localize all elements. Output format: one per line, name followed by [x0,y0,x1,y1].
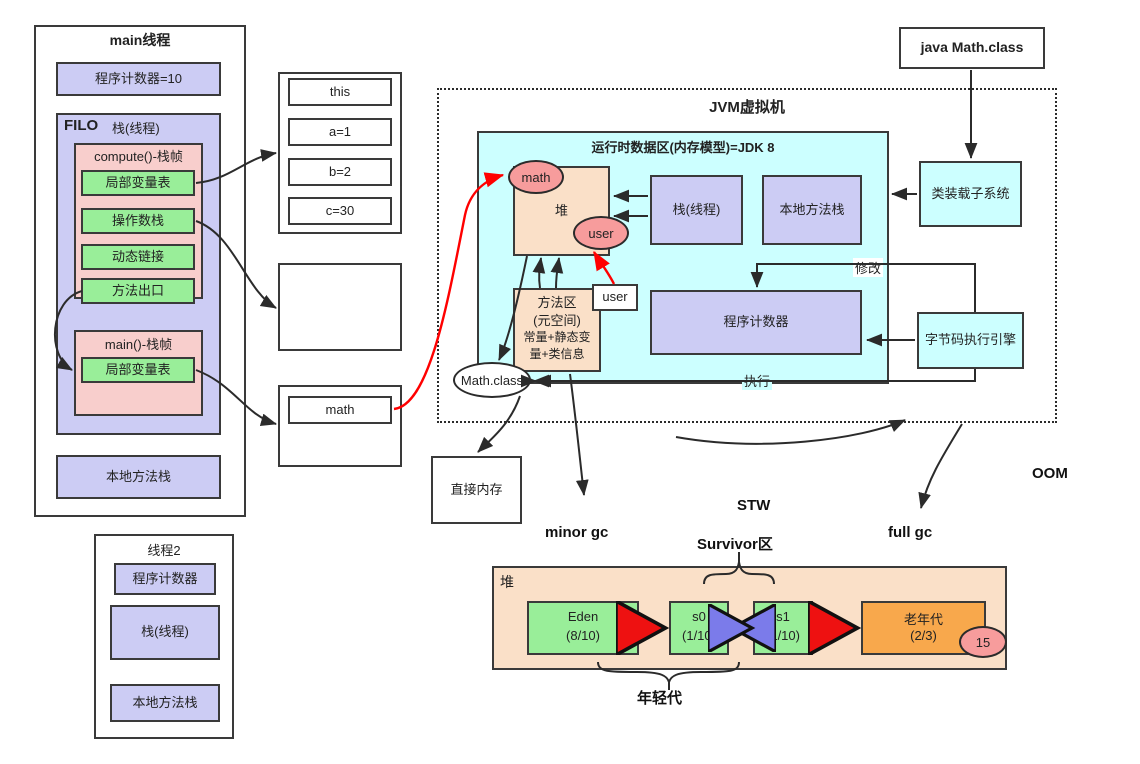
compute-local-variable-table: 局部变量表 [81,170,195,196]
pc-register-area: 程序计数器 [650,290,862,355]
main-thread-title: main线程 [109,32,171,48]
edge-label-modify: 修改 [853,258,884,277]
math-class-oval: Math.class [453,362,531,398]
method-area-line-3: 常量+静态变 [523,330,591,344]
age-threshold-badge: 15 [959,626,1007,658]
main-thread-stack-label: 栈(线程) [112,121,160,136]
region-s0-ratio: (1/10) [682,628,716,643]
full-gc-label: full gc [888,524,933,541]
java-command-box: java Math.class [899,27,1045,69]
class-loader-subsystem: 类装载子系统 [919,161,1022,227]
compute-method-exit: 方法出口 [81,278,195,304]
thread2-native-stack: 本地方法栈 [110,684,220,722]
main-thread-native-stack: 本地方法栈 [56,455,221,499]
main-thread-pc: 程序计数器=10 [56,62,221,96]
main-thread-stack-filo-label: FILO [64,117,99,134]
operand-stack-detail [278,263,402,351]
local-slot-this: this [288,78,392,106]
compute-dynamic-link: 动态链接 [81,244,195,270]
bytecode-execution-engine: 字节码执行引擎 [917,312,1024,369]
thread2-pc: 程序计数器 [114,563,216,595]
compute-operand-stack: 操作数栈 [81,208,195,234]
thread2-title: 线程2 [147,543,181,558]
diagram-canvas: main线程 程序计数器=10 FILO 栈(线程) compute()-栈帧 … [0,0,1140,764]
runtime-stack-thread: 栈(线程) [650,175,743,245]
region-eden-name: Eden [567,609,599,624]
region-eden-ratio: (8/10) [566,628,600,643]
region-s0-name: s0 [692,609,706,624]
thread2-stack: 栈(线程) [110,605,220,660]
region-s1-ratio: (1/10) [766,628,800,643]
young-generation-label: 年轻代 [637,690,683,707]
method-area-line-1: 方法区 [537,295,577,310]
method-area-line-2: (元空间) [533,313,581,328]
edge-label-execute: 执行 [742,371,773,390]
oom-label: OOM [1032,465,1068,482]
stw-label: STW [737,497,771,514]
main-local-variable-table: 局部变量表 [81,357,195,383]
local-slot-b: b=2 [288,158,392,186]
minor-gc-label: minor gc [545,524,609,541]
heap-generations-title: 堆 [500,574,514,590]
heap-object-user: user [573,216,629,250]
local-slot-math: math [288,396,392,424]
user-reference-box: user [592,284,638,311]
jvm-title: JVM虚拟机 [709,99,785,116]
region-s1-name: s1 [776,609,790,624]
local-slot-c: c=30 [288,197,392,225]
direct-memory-box: 直接内存 [431,456,522,524]
survivor-label: Survivor区 [697,536,773,553]
main-frame-title: main()-栈帧 [104,337,173,352]
local-slot-a: a=1 [288,118,392,146]
compute-frame-title: compute()-栈帧 [94,149,183,164]
method-area-line-4: 量+类信息 [529,347,585,361]
region-old-name: 老年代 [903,612,943,627]
runtime-native-method-stack: 本地方法栈 [762,175,862,245]
runtime-data-area-title: 运行时数据区(内存模型)=JDK 8 [591,140,775,155]
heap-object-math: math [508,160,564,194]
